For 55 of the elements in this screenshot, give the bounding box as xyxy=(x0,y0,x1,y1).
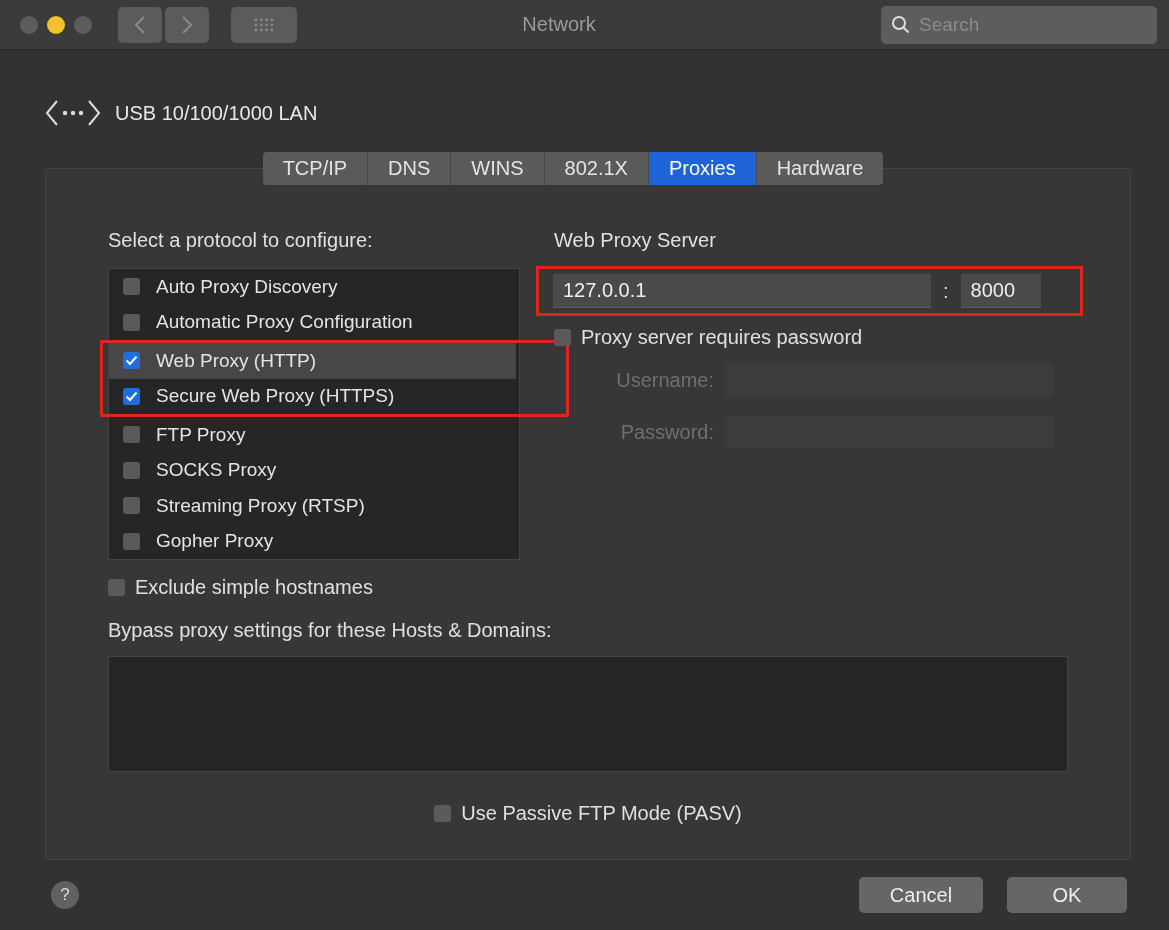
protocol-item[interactable]: Web Proxy (HTTP) xyxy=(109,343,516,379)
back-button[interactable] xyxy=(118,6,162,43)
tab[interactable]: Proxies xyxy=(647,152,756,185)
protocol-label: Streaming Proxy (RTSP) xyxy=(156,494,365,517)
checkbox-label: Use Passive FTP Mode (PASV) xyxy=(461,802,742,825)
tab[interactable]: TCP/IP xyxy=(262,152,368,185)
checkbox[interactable] xyxy=(123,313,140,331)
grid-button[interactable] xyxy=(231,6,297,43)
checkbox-label: Proxy server requires password xyxy=(581,326,863,349)
field-label: Username: xyxy=(616,368,714,392)
checkbox[interactable] xyxy=(123,497,140,515)
protocol-item[interactable]: Automatic Proxy Configuration xyxy=(109,304,519,340)
hosts-field[interactable] xyxy=(108,656,1068,772)
protocol-label: SOCKS Proxy xyxy=(156,459,277,482)
checkbox[interactable] xyxy=(123,461,140,479)
checkbox-label: Exclude simple hostnames xyxy=(135,576,373,599)
search-icon xyxy=(891,14,911,35)
network-port-icon xyxy=(45,98,101,128)
checkbox[interactable] xyxy=(123,532,140,550)
checkbox[interactable] xyxy=(554,329,571,346)
chevron-right-icon xyxy=(181,14,193,35)
protocol-item[interactable]: Gopher Proxy xyxy=(109,523,519,559)
protocol-label: Secure Web Proxy (HTTPS) xyxy=(156,385,395,408)
window-control-icon[interactable] xyxy=(47,15,65,34)
window-title: Network xyxy=(522,13,596,36)
forward-button[interactable] xyxy=(165,6,209,43)
help-button[interactable]: ? xyxy=(51,881,79,909)
checkbox[interactable] xyxy=(123,426,140,444)
chevron-left-icon xyxy=(134,14,146,35)
checkbox[interactable] xyxy=(123,352,140,370)
cancel-button[interactable]: Cancel xyxy=(859,877,983,913)
ok-button[interactable]: OK xyxy=(1007,877,1127,913)
port-separator: : xyxy=(942,279,950,303)
protocol-item[interactable]: FTP Proxy xyxy=(109,417,519,453)
protocol-item[interactable]: Auto Proxy Discovery xyxy=(109,269,519,305)
protocol-label: Web Proxy (HTTP) xyxy=(156,349,317,372)
protocol-list-label: Select a protocol to configure: xyxy=(108,229,374,252)
protocol-item[interactable]: SOCKS Proxy xyxy=(109,452,519,488)
protocol-label: Automatic Proxy Configuration xyxy=(156,311,413,334)
dot-grid-icon xyxy=(254,17,274,32)
host-field[interactable]: 127.0.0.1 xyxy=(553,274,931,308)
protocol-label: Auto Proxy Discovery xyxy=(156,275,338,298)
protocol-label: FTP Proxy xyxy=(156,423,246,446)
protocol-label: Gopher Proxy xyxy=(156,530,274,553)
port-field[interactable]: 8000 xyxy=(960,274,1041,308)
checkbox[interactable] xyxy=(123,278,140,296)
protocol-item[interactable]: Streaming Proxy (RTSP) xyxy=(109,488,519,524)
interface-name: USB 10/100/1000 LAN xyxy=(115,101,318,125)
field-label: Password: xyxy=(620,420,714,444)
bypass-label: Bypass proxy settings for these Hosts & Domains: xyxy=(108,619,553,642)
checkbox[interactable] xyxy=(434,805,452,822)
checkbox[interactable] xyxy=(123,387,140,405)
server-label: Web Proxy Server xyxy=(554,229,717,252)
checkbox[interactable] xyxy=(108,579,125,596)
protocol-item[interactable]: Secure Web Proxy (HTTPS) xyxy=(109,378,516,414)
